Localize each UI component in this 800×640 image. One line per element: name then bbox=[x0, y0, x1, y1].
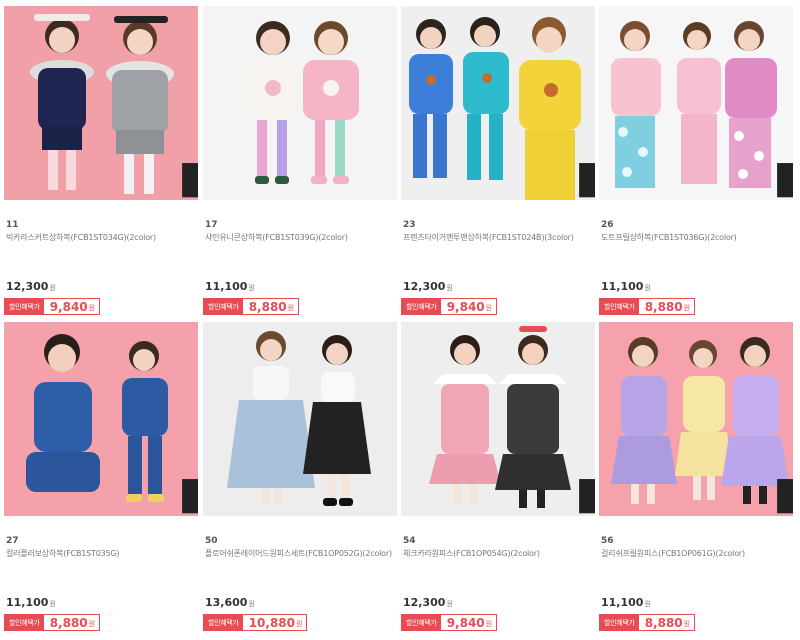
product-image[interactable] bbox=[4, 322, 198, 516]
product-name[interactable]: 빅카라스커트상하복(FCB1ST034G)(2color) bbox=[6, 232, 198, 244]
currency-label: 원 bbox=[446, 600, 453, 608]
currency-label: 원 bbox=[683, 620, 691, 628]
product-number: 23 bbox=[403, 220, 416, 230]
product-number: 11 bbox=[6, 220, 19, 230]
sale-price-value: 8,880 bbox=[644, 299, 683, 314]
sale-badge: 할인혜택가 9,840 원 bbox=[401, 298, 498, 315]
sale-price: 8,880 원 bbox=[639, 299, 694, 314]
product-price: 11,100원 bbox=[205, 280, 255, 293]
product-image[interactable] bbox=[4, 6, 198, 200]
product-price: 11,100원 bbox=[601, 280, 651, 293]
product-name[interactable]: 플로어쉬폰레이어드원피스세트(FCB1OP052G)(2color) bbox=[205, 548, 397, 560]
brand-logo-icon bbox=[165, 325, 198, 514]
sale-label: 할인혜택가 bbox=[600, 299, 639, 314]
price-value: 12,300 bbox=[403, 280, 446, 293]
price-value: 11,100 bbox=[601, 280, 644, 293]
sale-label: 할인혜택가 bbox=[204, 299, 243, 314]
sale-badge: 할인혜택가 8,880 원 bbox=[599, 614, 696, 631]
product-price: 13,600원 bbox=[205, 596, 255, 609]
product-name[interactable]: 프렌즈타이거맨투맨상하복(FCB1ST024B)(3color) bbox=[403, 232, 595, 244]
sale-price-value: 8,880 bbox=[248, 299, 287, 314]
brand-logo-icon bbox=[562, 9, 595, 198]
price-value: 12,300 bbox=[6, 280, 49, 293]
product-name[interactable]: 도트프릴상하복(FCB1ST036G)(2color) bbox=[601, 232, 793, 244]
currency-label: 원 bbox=[485, 620, 493, 628]
brand-logo-icon bbox=[760, 325, 793, 514]
sale-price-value: 9,840 bbox=[446, 299, 485, 314]
price-value: 11,100 bbox=[6, 596, 49, 609]
product-price: 11,100원 bbox=[6, 596, 56, 609]
sale-badge: 할인혜택가 9,840 원 bbox=[4, 298, 101, 315]
sale-price: 9,840 원 bbox=[441, 299, 496, 314]
sale-label: 할인혜택가 bbox=[600, 615, 639, 630]
product-name[interactable]: 걸리쉬프릴원피스(FCB1OP061G)(2color) bbox=[601, 548, 793, 560]
product-number: 26 bbox=[601, 220, 614, 230]
sale-label: 할인혜택가 bbox=[5, 615, 44, 630]
product-image[interactable] bbox=[599, 322, 793, 516]
currency-label: 원 bbox=[683, 304, 691, 312]
product-image[interactable] bbox=[401, 6, 595, 200]
currency-label: 원 bbox=[287, 304, 295, 312]
product-name[interactable]: 컬러플러보상하복(FCB1ST035G) bbox=[6, 548, 198, 560]
product-price: 12,300원 bbox=[6, 280, 56, 293]
product-number: 50 bbox=[205, 536, 218, 546]
product-name[interactable]: 샤인유니콘상하복(FCB1ST039G)(2color) bbox=[205, 232, 397, 244]
price-value: 11,100 bbox=[205, 280, 248, 293]
product-image[interactable] bbox=[599, 6, 793, 200]
currency-label: 원 bbox=[49, 600, 56, 608]
sale-price: 9,840 원 bbox=[441, 615, 496, 630]
currency-label: 원 bbox=[88, 620, 96, 628]
sale-price: 8,880 원 bbox=[639, 615, 694, 630]
product-price: 12,300원 bbox=[403, 280, 453, 293]
product-grid: 11 빅카라스커트상하복(FCB1ST034G)(2color) 12,300원… bbox=[0, 0, 800, 640]
sale-badge: 할인혜택가 8,880 원 bbox=[599, 298, 696, 315]
sale-price: 9,840 원 bbox=[44, 299, 99, 314]
currency-label: 원 bbox=[248, 600, 255, 608]
currency-label: 원 bbox=[88, 304, 96, 312]
product-number: 54 bbox=[403, 536, 416, 546]
sale-label: 할인혜택가 bbox=[402, 615, 441, 630]
product-number: 17 bbox=[205, 220, 218, 230]
sale-price: 8,880 원 bbox=[243, 299, 298, 314]
price-value: 11,100 bbox=[601, 596, 644, 609]
sale-badge: 할인혜택가 8,880 원 bbox=[203, 298, 300, 315]
sale-label: 할인혜택가 bbox=[204, 615, 243, 630]
product-price: 12,300원 bbox=[403, 596, 453, 609]
currency-label: 원 bbox=[485, 304, 493, 312]
currency-label: 원 bbox=[296, 620, 303, 628]
product-number: 27 bbox=[6, 536, 19, 546]
currency-label: 원 bbox=[248, 284, 255, 292]
product-image[interactable] bbox=[401, 322, 595, 516]
sale-label: 할인혜택가 bbox=[5, 299, 44, 314]
currency-label: 원 bbox=[644, 600, 651, 608]
currency-label: 원 bbox=[49, 284, 56, 292]
product-name[interactable]: 체크카라원피스(FCB1OP054G)(2color) bbox=[403, 548, 595, 560]
currency-label: 원 bbox=[446, 284, 453, 292]
product-image[interactable] bbox=[203, 6, 397, 200]
price-value: 12,300 bbox=[403, 596, 446, 609]
currency-label: 원 bbox=[644, 284, 651, 292]
sale-price-value: 8,880 bbox=[49, 615, 88, 630]
brand-logo-icon bbox=[562, 325, 595, 514]
sale-badge: 할인혜택가 8,880 원 bbox=[4, 614, 101, 631]
sale-price: 10,880 원 bbox=[243, 615, 307, 630]
sale-badge: 할인혜택가 10,880 원 bbox=[203, 614, 308, 631]
sale-price-value: 10,880 bbox=[248, 615, 296, 630]
product-image[interactable] bbox=[203, 322, 397, 516]
sale-price: 8,880 원 bbox=[44, 615, 99, 630]
sale-badge: 할인혜택가 9,840 원 bbox=[401, 614, 498, 631]
sale-price-value: 9,840 bbox=[49, 299, 88, 314]
sale-price-value: 8,880 bbox=[644, 615, 683, 630]
product-price: 11,100원 bbox=[601, 596, 651, 609]
price-value: 13,600 bbox=[205, 596, 248, 609]
brand-logo-icon bbox=[165, 9, 198, 198]
product-number: 56 bbox=[601, 536, 614, 546]
sale-label: 할인혜택가 bbox=[402, 299, 441, 314]
brand-logo-icon bbox=[760, 9, 793, 198]
sale-price-value: 9,840 bbox=[446, 615, 485, 630]
